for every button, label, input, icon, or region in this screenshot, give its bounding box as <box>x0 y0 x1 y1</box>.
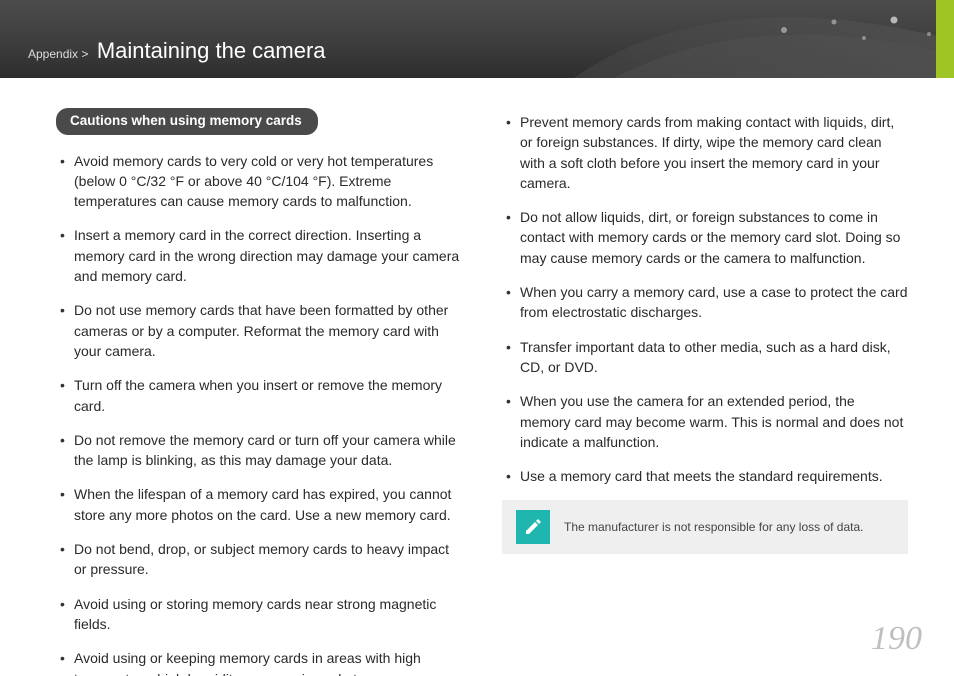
list-item: Do not bend, drop, or subject memory car… <box>60 539 462 580</box>
note-pencil-icon <box>516 510 550 544</box>
list-item: Insert a memory card in the correct dire… <box>60 225 462 286</box>
right-column: Prevent memory cards from making contact… <box>502 108 908 676</box>
list-item: Avoid using or storing memory cards near… <box>60 594 462 635</box>
list-item: Prevent memory cards from making contact… <box>506 112 908 193</box>
page-number: 190 <box>871 620 922 658</box>
right-bullet-list: Prevent memory cards from making contact… <box>502 112 908 486</box>
list-item: Turn off the camera when you insert or r… <box>60 375 462 416</box>
left-column: Cautions when using memory cards Avoid m… <box>56 108 462 676</box>
list-item: Do not use memory cards that have been f… <box>60 300 462 361</box>
list-item: Avoid using or keeping memory cards in a… <box>60 648 462 676</box>
note-text: The manufacturer is not responsible for … <box>564 519 864 536</box>
breadcrumb-prefix: Appendix > <box>28 47 88 61</box>
note-callout: The manufacturer is not responsible for … <box>502 500 908 554</box>
content-area: Cautions when using memory cards Avoid m… <box>0 78 954 676</box>
header-decoration <box>534 0 954 78</box>
left-bullet-list: Avoid memory cards to very cold or very … <box>56 151 462 676</box>
page-title: Maintaining the camera <box>97 38 326 63</box>
side-accent-tab <box>936 0 954 78</box>
page-root: Appendix > Maintaining the camera Cautio… <box>0 0 954 676</box>
list-item: When the lifespan of a memory card has e… <box>60 484 462 525</box>
breadcrumb: Appendix > Maintaining the camera <box>28 38 326 64</box>
list-item: When you use the camera for an extended … <box>506 391 908 452</box>
page-header: Appendix > Maintaining the camera <box>0 0 954 78</box>
list-item: Do not allow liquids, dirt, or foreign s… <box>506 207 908 268</box>
list-item: When you carry a memory card, use a case… <box>506 282 908 323</box>
list-item: Do not remove the memory card or turn of… <box>60 430 462 471</box>
list-item: Use a memory card that meets the standar… <box>506 466 908 486</box>
list-item: Transfer important data to other media, … <box>506 337 908 378</box>
list-item: Avoid memory cards to very cold or very … <box>60 151 462 212</box>
section-heading-pill: Cautions when using memory cards <box>56 108 318 135</box>
